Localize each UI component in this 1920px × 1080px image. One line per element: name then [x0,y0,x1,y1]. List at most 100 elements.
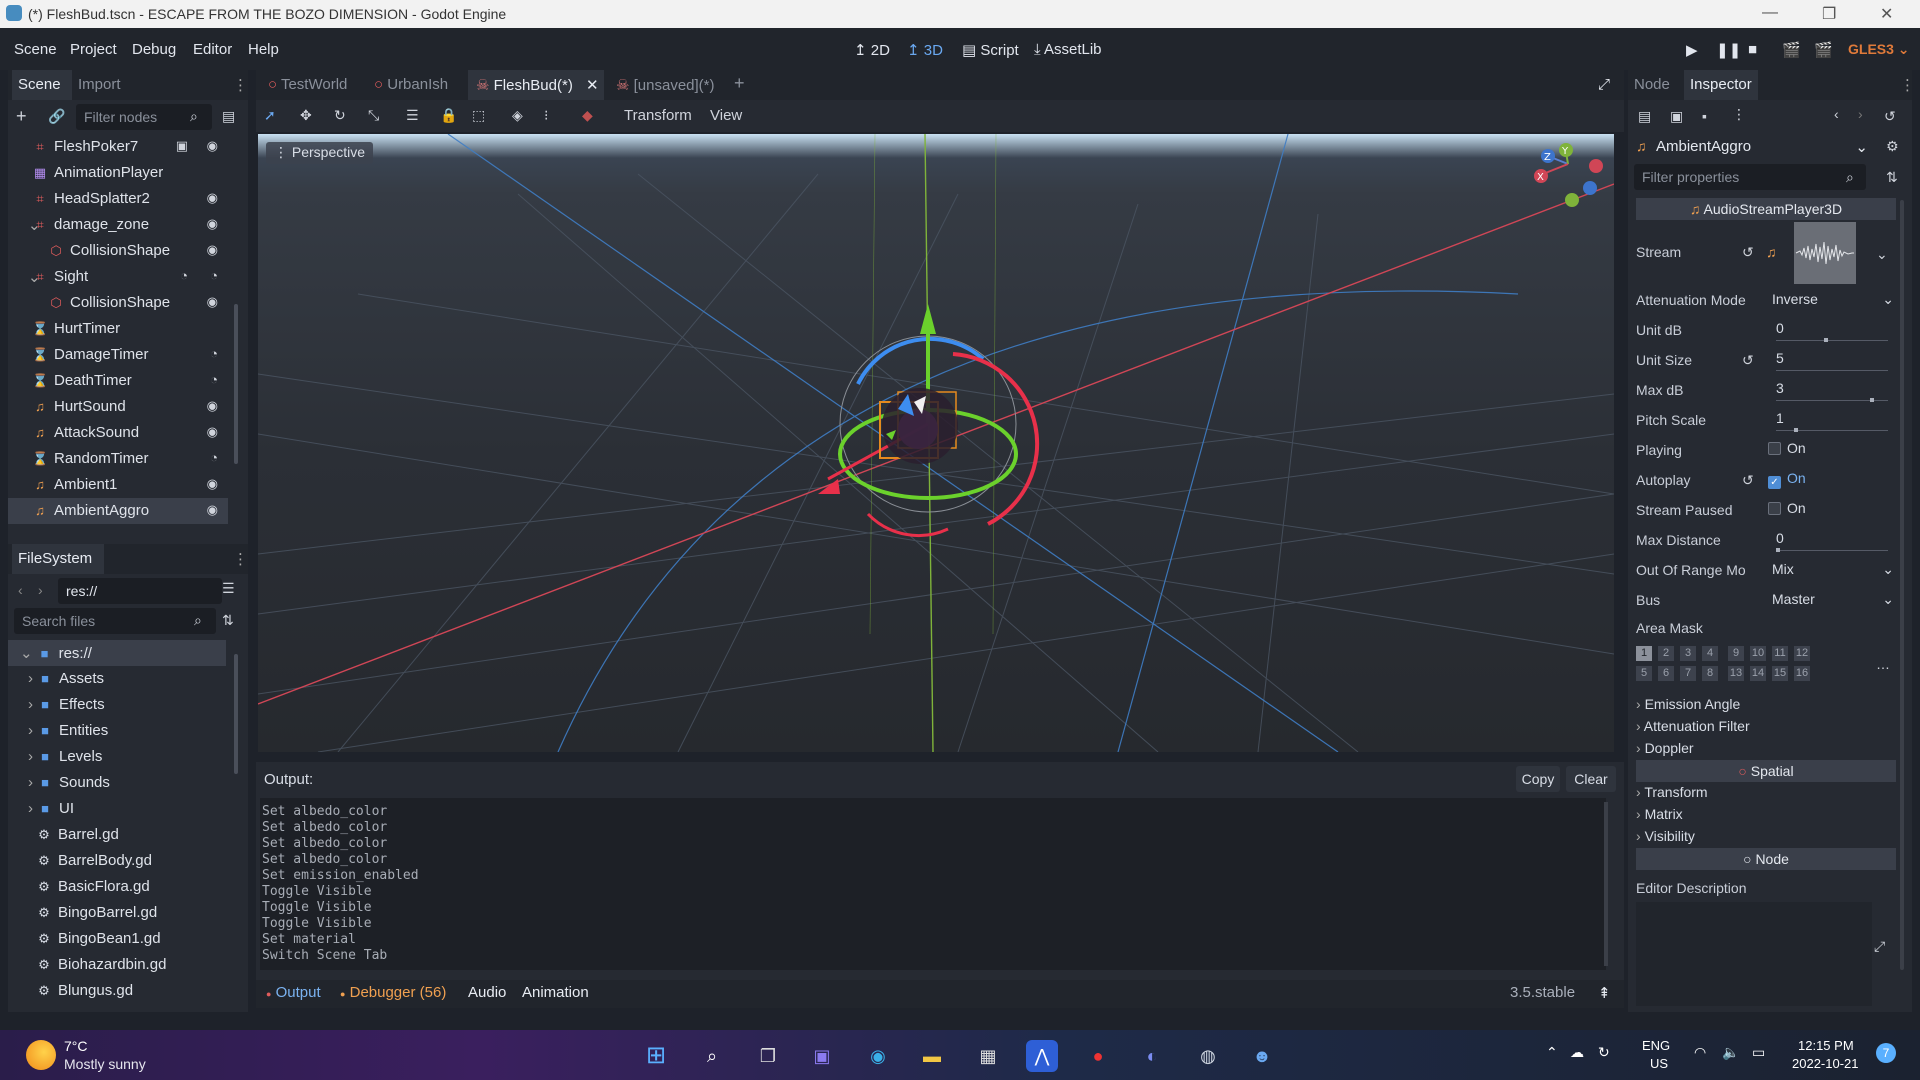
file-tree-item[interactable]: ⚙ Blungus.gd [8,978,226,1004]
revert-icon[interactable]: ↺ [1742,244,1754,261]
visibility-eye-icon[interactable]: ◉ [207,138,218,154]
scene-tree-row[interactable]: ⌗ HeadSplatter2 ◉ [8,186,228,212]
list-select-icon[interactable]: ☰ [406,107,419,124]
add-node-icon[interactable]: + [16,106,27,127]
scale-tool-icon[interactable]: ⤡ [368,107,379,124]
file-tree-item[interactable]: ⚙ BingoBean1.gd [8,926,226,952]
scene-tree-row[interactable]: ⌄ ⌗ Sight ◔ ◔ [8,264,228,290]
expand-arrow-icon[interactable]: › [28,748,33,765]
file-tree-item[interactable]: › ■ UI [8,796,226,822]
area-mask-bit[interactable]: 14 [1750,666,1766,681]
stop-icon[interactable]: ■ [1748,41,1757,58]
area-mask-bit[interactable]: 12 [1794,646,1810,661]
forward-icon[interactable]: › [38,582,43,598]
property-group-transform[interactable]: › Transform [1636,784,1708,800]
scene-tree-row[interactable]: ⌛ DamageTimer ◔ [8,342,228,368]
menu-editor[interactable]: Editor [193,41,232,58]
open-folder-icon[interactable]: ▣ [1670,108,1683,125]
perspective-menu[interactable]: ⋮ Perspective [266,142,374,164]
visibility-eye-icon[interactable]: ◉ [207,502,218,518]
close-tab-icon[interactable]: ✕ [586,76,599,94]
property-group-doppler[interactable]: › Doppler [1636,740,1694,756]
file-tree-item[interactable]: › ■ Sounds [8,770,226,796]
expand-arrow-icon[interactable]: › [28,722,33,739]
godot-icon[interactable]: ☻ [1246,1040,1278,1072]
scene-tree-row[interactable]: ♫ AmbientAggro ◉ [8,498,228,524]
transform-menu[interactable]: Transform [624,107,692,124]
chat-icon[interactable]: ▣ [806,1040,838,1072]
play-icon[interactable]: ▶ [1686,41,1698,59]
property-group-visibility[interactable]: › Visibility [1636,828,1695,844]
object-history-icon[interactable]: ↺ [1884,108,1896,125]
area-mask-bit[interactable]: 1 [1636,646,1652,661]
visibility-eye-icon[interactable]: ◉ [207,216,218,232]
pin-panel-icon[interactable]: ⇞ [1598,984,1611,1002]
menu-help[interactable]: Help [248,41,279,58]
playing-checkbox[interactable]: On [1768,440,1806,456]
file-tree-item[interactable]: ⚙ BasicFlora.gd [8,874,226,900]
property-group-matrix[interactable]: › Matrix [1636,806,1683,822]
area-mask-bit[interactable]: 16 [1794,666,1810,681]
file-tree-item[interactable]: ⌄ ■ res:// [8,640,226,666]
area-mask-bit[interactable]: 9 [1728,646,1744,661]
group-icon[interactable]: ⬚ [472,107,485,124]
scene-tab-unsaved[interactable]: ☠ [unsaved](*) [616,76,715,94]
visibility-eye-icon[interactable]: ◉ [207,190,218,206]
clapper-icon[interactable]: ▣ [176,138,188,154]
expand-arrow-icon[interactable]: › [28,670,33,687]
area-mask-bit[interactable]: 5 [1636,666,1652,681]
scene-tree-row[interactable]: ⌛ HurtTimer [8,316,228,342]
new-resource-icon[interactable]: ▤ [1638,108,1651,125]
stream-paused-checkbox[interactable]: On [1768,500,1806,516]
object-selector[interactable]: AmbientAggro ⌄ [1656,136,1872,160]
language-code[interactable]: ENG [1642,1038,1670,1053]
scene-tree-row[interactable]: ⌄ ⌗ damage_zone ◉ [8,212,228,238]
start-icon[interactable]: ⊞ [640,1040,672,1072]
area-mask-bit[interactable]: 4 [1702,646,1718,661]
scene-tree-row[interactable]: ♫ HurtSound ◉ [8,394,228,420]
scene-tab-testworld[interactable]: ○ TestWorld [268,76,347,93]
tab-inspector[interactable]: Inspector [1690,76,1752,93]
task-view-icon[interactable]: ❐ [752,1040,784,1072]
sync-icon[interactable]: ↻ [1598,1044,1610,1061]
sort-properties-icon[interactable]: ⇅ [1886,169,1898,186]
area-mask-grid[interactable]: 1 2 3 4 9 10 11 12 5 6 7 8 13 14 15 16 [1636,646,1826,686]
property-group-emission-angle[interactable]: › Emission Angle [1636,696,1740,712]
filter-properties-input[interactable]: Filter properties [1634,164,1866,190]
view-menu[interactable]: View [710,107,742,124]
bottom-tab-debugger[interactable]: ● Debugger (56) [340,984,446,1001]
file-tree-item[interactable]: ⚙ Barrel.gd [8,822,226,848]
select-tool-icon[interactable]: ➚ [264,107,276,124]
file-tree-item[interactable]: › ■ Assets [8,666,226,692]
dock-menu-icon[interactable]: ⋮ [1900,76,1915,94]
tab-scene[interactable]: Scene [18,76,61,93]
signal-icon[interactable]: ◔ [210,450,218,465]
tray-chevron-icon[interactable]: ⌃ [1546,1044,1558,1061]
weather-sun-icon[interactable] [26,1040,56,1070]
property-group-attenuation-filter[interactable]: › Attenuation Filter [1636,718,1750,734]
view-mode-icon[interactable]: ☰ [222,580,235,597]
script-attach-icon[interactable]: ▤ [222,108,235,125]
expand-arrow-icon[interactable]: › [28,800,33,817]
scene-tree-row[interactable]: ⬡ CollisionShape ◉ [8,238,228,264]
tools-icon[interactable]: ⚙ [1886,138,1899,155]
filesystem-scrollbar[interactable] [234,654,238,774]
tab-node[interactable]: Node [1634,76,1670,93]
collapse-arrow-icon[interactable]: ⌄ [20,645,33,662]
area-mask-bit[interactable]: 6 [1658,666,1674,681]
tab-filesystem[interactable]: FileSystem [18,550,92,567]
lock-icon[interactable]: 🔒 [440,107,457,124]
mode-3d-button[interactable]: ↥ 3D [907,41,943,59]
inspector-scrollbar[interactable] [1900,200,1904,970]
dock-menu-icon[interactable]: ⋮ [233,550,248,568]
scene-tab-urbanish[interactable]: ○ UrbanIsh [374,76,448,93]
mode-2d-button[interactable]: ↥ 2D [854,41,890,59]
maximize-icon[interactable]: ❐ [1822,4,1836,24]
view-orientation-gizmo[interactable]: Z Y X [1534,143,1603,207]
stream-waveform-preview[interactable] [1794,222,1856,284]
visibility-eye-icon[interactable]: ◉ [207,424,218,440]
move-tool-icon[interactable]: ✥ [300,107,312,124]
scene-tree-row[interactable]: ⌛ DeathTimer ◔ [8,368,228,394]
search-icon[interactable]: ⌕ [696,1040,728,1072]
close-icon[interactable]: ✕ [1880,4,1893,24]
